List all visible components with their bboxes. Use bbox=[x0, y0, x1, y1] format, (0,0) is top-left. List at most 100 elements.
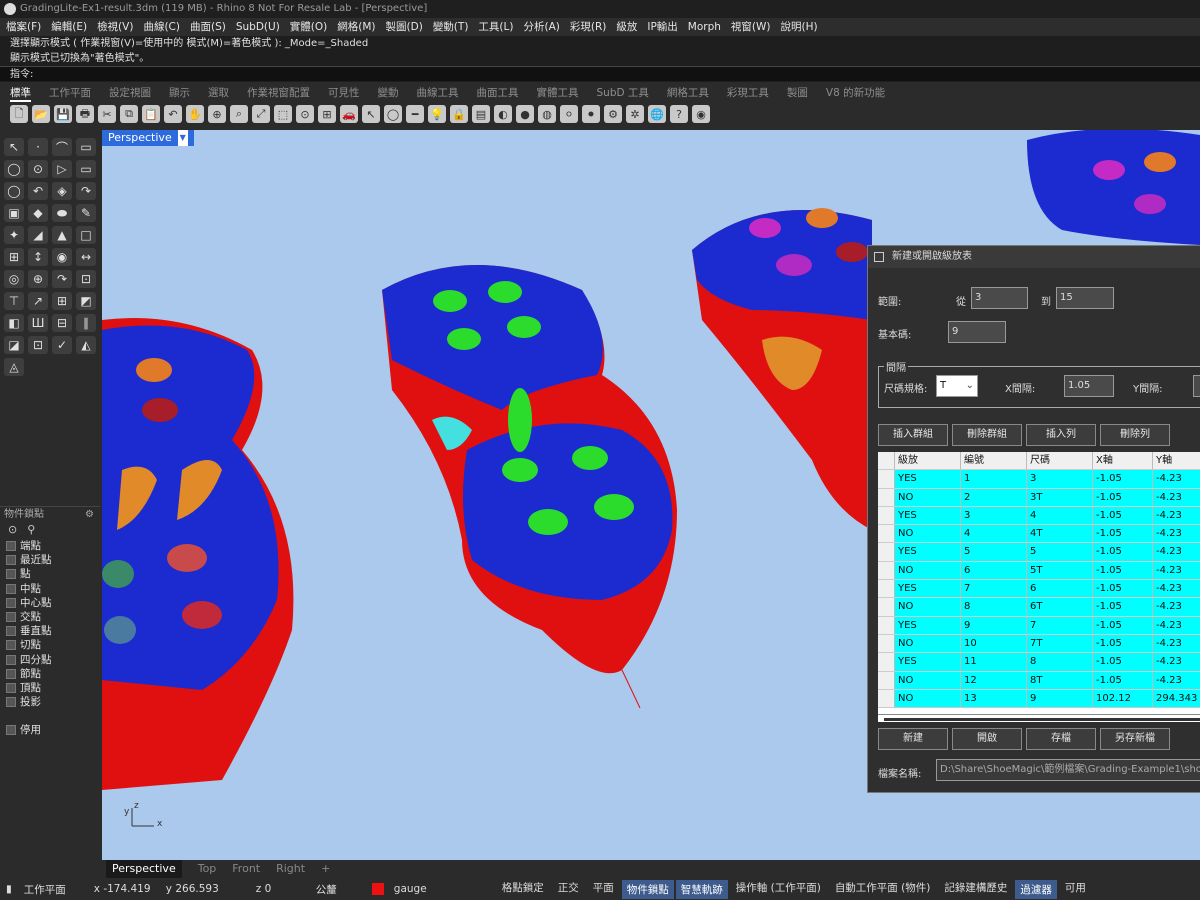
table-row[interactable]: NO 6 5T -1.05 -4.23 bbox=[878, 561, 1200, 581]
osnap-item[interactable]: 中點 bbox=[0, 582, 100, 596]
row-selector[interactable] bbox=[878, 525, 895, 543]
tool-icon[interactable]: ↗ bbox=[28, 292, 48, 310]
table-cell[interactable]: -4.23 bbox=[1153, 488, 1200, 506]
tool-icon[interactable]: ⬬ bbox=[52, 204, 72, 222]
toolbar-tab[interactable]: 製圖 bbox=[787, 84, 808, 102]
zoom-icon[interactable]: ⌕ bbox=[230, 105, 248, 123]
tool-icon[interactable]: ◯ bbox=[4, 182, 24, 200]
table-cell[interactable]: 8 bbox=[961, 598, 1027, 616]
tool-icon[interactable]: ▲ bbox=[52, 226, 72, 244]
table-cell[interactable]: -4.23 bbox=[1153, 580, 1200, 598]
table-edit-button[interactable]: 刪除列 bbox=[1100, 424, 1170, 446]
tool-icon[interactable]: ↷ bbox=[52, 270, 72, 288]
table-cell[interactable]: 4 bbox=[961, 525, 1027, 543]
table-row[interactable]: NO 10 7T -1.05 -4.23 bbox=[878, 634, 1200, 654]
status-toggle[interactable]: 可用 bbox=[1059, 880, 1092, 899]
save-icon[interactable]: 💾 bbox=[54, 105, 72, 123]
status-toggle[interactable]: 物件鎖點 bbox=[621, 879, 674, 899]
checkbox[interactable] bbox=[6, 640, 16, 651]
table-row[interactable]: YES 1 3 -1.05 -4.23 bbox=[878, 470, 1200, 489]
tool-icon[interactable]: ↶ bbox=[28, 182, 48, 200]
file-button[interactable]: 另存新檔 bbox=[1100, 728, 1170, 750]
grading-table[interactable]: 級放 編號 尺碼 X軸 Y軸 YES 1 3 -1.05 -4.23 NO 2 3T -1.05 -4.23… bbox=[878, 452, 1200, 714]
rotate-icon[interactable]: ⊕ bbox=[208, 105, 226, 123]
column-header[interactable]: 級放 bbox=[895, 452, 961, 470]
tool-icon[interactable]: ▭ bbox=[76, 160, 96, 178]
table-cell[interactable]: 3 bbox=[1027, 470, 1093, 488]
toolbar-tab[interactable]: 實體工具 bbox=[537, 84, 579, 102]
tool-icon[interactable]: · bbox=[28, 138, 48, 156]
tool-icon[interactable]: ▭ bbox=[76, 138, 96, 156]
table-cell[interactable]: -1.05 bbox=[1093, 653, 1153, 671]
tool-icon[interactable]: ⌒ bbox=[52, 138, 72, 156]
print-icon[interactable]: 🖶 bbox=[76, 105, 94, 123]
view-tab[interactable]: Front bbox=[232, 860, 260, 878]
tool-icon[interactable]: ◆ bbox=[28, 204, 48, 222]
status-toggle[interactable]: 平面 bbox=[587, 880, 620, 899]
table-cell[interactable]: -4.23 bbox=[1153, 543, 1200, 561]
tool-icon[interactable]: ↕ bbox=[28, 248, 48, 266]
table-row[interactable]: NO 2 3T -1.05 -4.23 bbox=[878, 488, 1200, 507]
table-cell[interactable]: -4.23 bbox=[1153, 506, 1200, 525]
view-tab[interactable]: Top bbox=[198, 860, 217, 878]
tool-icon[interactable]: ⊟ bbox=[52, 314, 72, 332]
menu-item[interactable]: 工具(L) bbox=[478, 18, 513, 36]
table-cell[interactable]: NO bbox=[895, 689, 961, 708]
table-cell[interactable]: 7 bbox=[961, 580, 1027, 598]
table-row[interactable]: YES 11 8 -1.05 -4.23 bbox=[878, 653, 1200, 672]
pan-icon[interactable]: ✋ bbox=[186, 105, 204, 123]
table-cell[interactable]: -4.23 bbox=[1153, 525, 1200, 543]
view-tab[interactable]: Perspective bbox=[106, 860, 182, 878]
file-button[interactable]: 新建 bbox=[878, 728, 948, 750]
material-icon[interactable]: ● bbox=[516, 105, 534, 123]
toolbar-tab[interactable]: SubD 工具 bbox=[597, 84, 649, 102]
tool-icon[interactable]: ⊡ bbox=[28, 336, 48, 354]
menu-item[interactable]: 變動(T) bbox=[433, 18, 469, 36]
table-cell[interactable]: -1.05 bbox=[1093, 561, 1153, 580]
tool-icon[interactable]: ↔ bbox=[76, 248, 96, 266]
panel-toggle-icon[interactable]: ▮ bbox=[0, 883, 18, 895]
osnap-item[interactable]: 端點 bbox=[0, 539, 100, 553]
table-cell[interactable]: NO bbox=[895, 561, 961, 580]
x-gap-input[interactable]: 1.05 bbox=[1064, 375, 1114, 397]
table-cell[interactable]: -1.05 bbox=[1093, 470, 1153, 488]
row-selector[interactable] bbox=[878, 506, 895, 525]
toolbar-tab[interactable]: 選取 bbox=[208, 84, 229, 102]
menu-item[interactable]: 檢視(V) bbox=[97, 18, 133, 36]
table-cell[interactable]: 294.343 bbox=[1153, 689, 1200, 708]
table-cell[interactable]: NO bbox=[895, 488, 961, 506]
row-selector[interactable] bbox=[878, 488, 895, 506]
status-toggle[interactable]: 過濾器 bbox=[1015, 879, 1057, 899]
menu-item[interactable]: IP輸出 bbox=[647, 18, 677, 36]
checkbox[interactable] bbox=[6, 697, 16, 708]
menu-item[interactable]: 編輯(E) bbox=[51, 18, 87, 36]
checkbox[interactable] bbox=[6, 597, 16, 608]
menu-item[interactable]: 實體(O) bbox=[290, 18, 327, 36]
osnap-item[interactable]: 節點 bbox=[0, 667, 100, 681]
table-cell[interactable]: 8 bbox=[1027, 653, 1093, 671]
chevron-down-icon[interactable]: ▼ bbox=[177, 130, 188, 146]
tool-icon[interactable]: ✎ bbox=[76, 204, 96, 222]
table-cell[interactable]: 2 bbox=[961, 488, 1027, 506]
status-toggle[interactable]: 記錄建構歷史 bbox=[938, 880, 1013, 899]
table-cell[interactable]: 13 bbox=[961, 689, 1027, 708]
table-cell[interactable]: 10 bbox=[961, 634, 1027, 653]
checkbox[interactable] bbox=[6, 725, 16, 736]
osnap-item[interactable]: 交點 bbox=[0, 610, 100, 624]
toolbar-tab[interactable]: V8 的新功能 bbox=[826, 84, 885, 102]
view-tab[interactable]: Right bbox=[276, 860, 305, 878]
table-cell[interactable]: -4.23 bbox=[1153, 616, 1200, 634]
checkbox[interactable] bbox=[6, 682, 16, 693]
table-row[interactable]: NO 8 6T -1.05 -4.23 bbox=[878, 598, 1200, 617]
table-row[interactable]: YES 9 7 -1.05 -4.23 bbox=[878, 616, 1200, 635]
circle-icon[interactable]: ◯ bbox=[384, 105, 402, 123]
toolbar-tab[interactable]: 網格工具 bbox=[667, 84, 709, 102]
osnap-item[interactable]: 最近點 bbox=[0, 553, 100, 567]
checkbox[interactable] bbox=[6, 654, 16, 665]
menu-item[interactable]: 網格(M) bbox=[337, 18, 375, 36]
file-button[interactable]: 開啟 bbox=[952, 728, 1022, 750]
table-cell[interactable]: -4.23 bbox=[1153, 634, 1200, 653]
range-to-input[interactable]: 15 bbox=[1056, 287, 1114, 309]
tool-icon[interactable]: ◩ bbox=[76, 292, 96, 310]
column-header[interactable]: 尺碼 bbox=[1027, 452, 1093, 470]
